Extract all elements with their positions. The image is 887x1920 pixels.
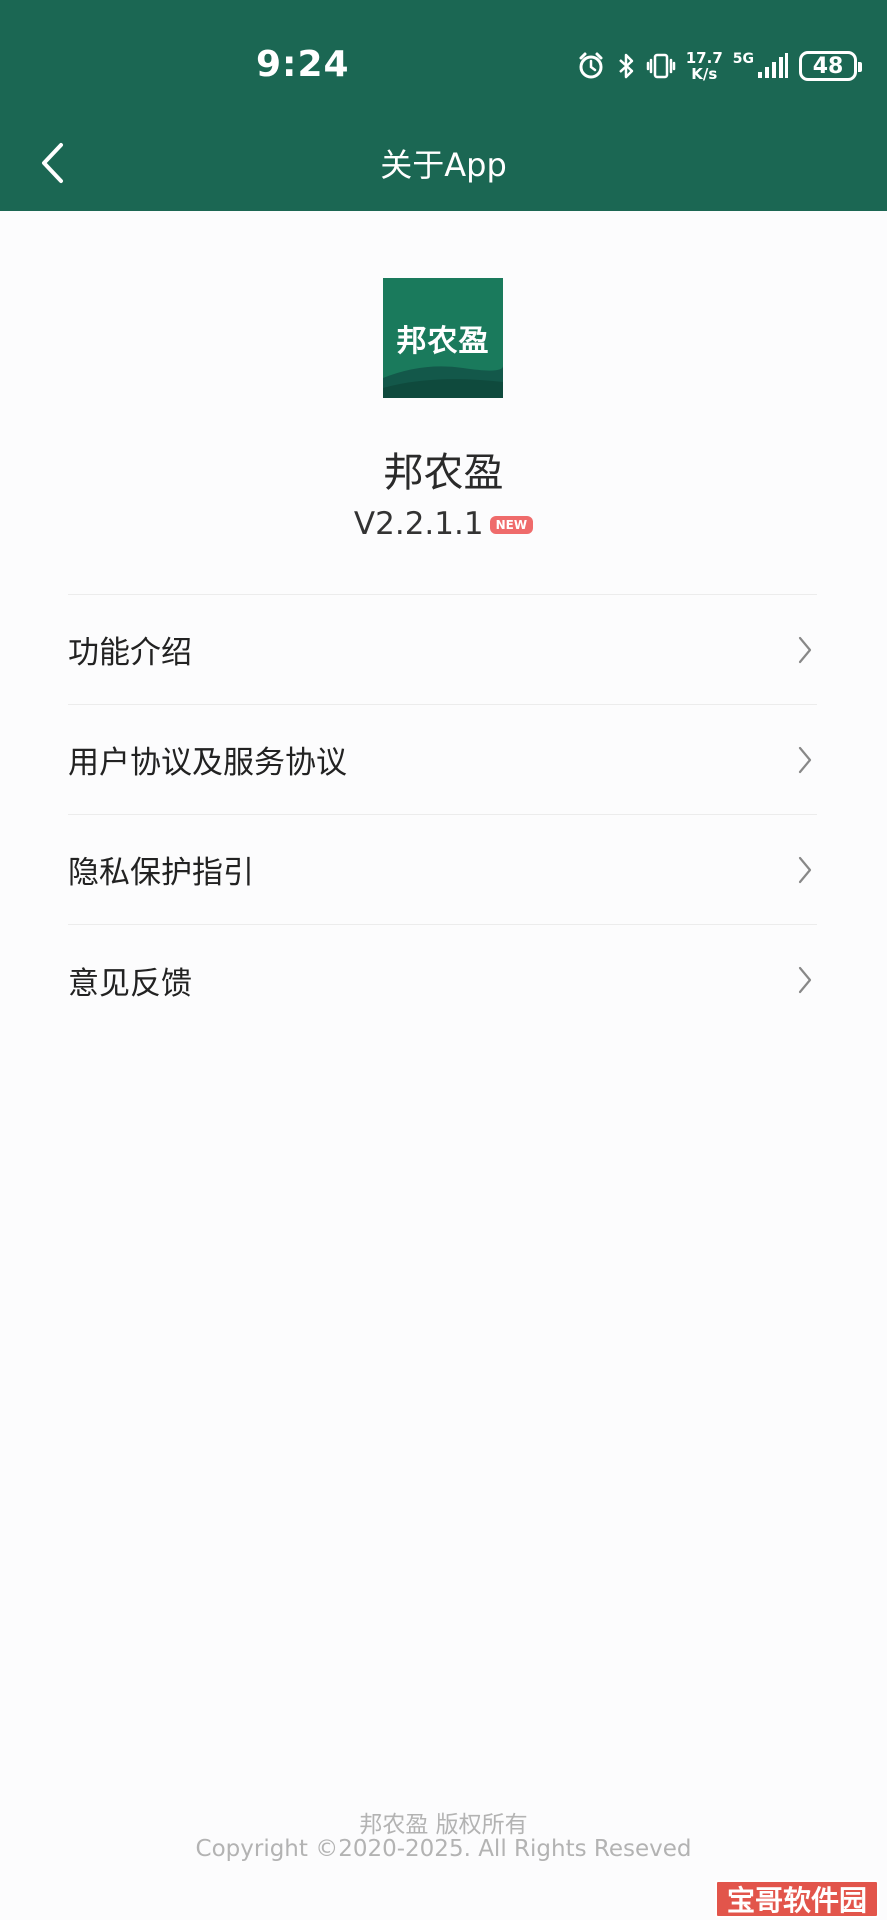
menu-item-features[interactable]: 功能介绍 [68,595,817,705]
copyright-notice: Copyright ©2020-2025. All Rights Reseved [195,1836,692,1862]
network-speed: 17.7 K/s [686,50,723,82]
chevron-right-icon [795,853,815,887]
status-icons: 17.7 K/s 5G 48 [576,48,862,84]
app-header: 9:24 17.7 K/s 5G 48 关于App [0,0,887,211]
status-time: 9:24 [256,44,350,85]
alarm-icon [576,51,606,81]
logo-text: 邦农盈 [396,324,490,359]
bluetooth-icon [616,51,636,81]
speed-unit: K/s [691,65,718,83]
signal-icon: 5G [733,52,789,80]
copyright-owner: 邦农盈 版权所有 [359,1812,528,1838]
about-menu: 功能介绍 用户协议及服务协议 隐私保护指引 意见反馈 [68,594,817,1035]
app-logo: 邦农盈 [383,278,503,398]
app-name: 邦农盈 [383,450,504,496]
version-text: V2.2.1.1 [353,506,484,542]
menu-item-label: 用户协议及服务协议 [68,745,347,781]
menu-item-privacy[interactable]: 隐私保护指引 [68,815,817,925]
speed-value: 17.7 [685,49,723,67]
chevron-right-icon [795,743,815,777]
vibrate-icon [646,51,676,81]
network-type: 5G [732,51,754,67]
chevron-right-icon [795,963,815,997]
menu-item-feedback[interactable]: 意见反馈 [68,925,817,1035]
menu-item-label: 功能介绍 [68,635,192,671]
page-title: 关于App [380,146,507,184]
version-row: V2.2.1.1 NEW [0,506,887,542]
new-badge: NEW [489,516,534,534]
battery-indicator: 48 [799,51,862,81]
watermark: 宝哥软件园 [714,1880,879,1918]
menu-item-label: 意见反馈 [68,965,192,1002]
chevron-right-icon [795,633,815,667]
menu-item-label: 隐私保护指引 [68,855,254,891]
menu-item-user-agreement[interactable]: 用户协议及服务协议 [68,705,817,815]
